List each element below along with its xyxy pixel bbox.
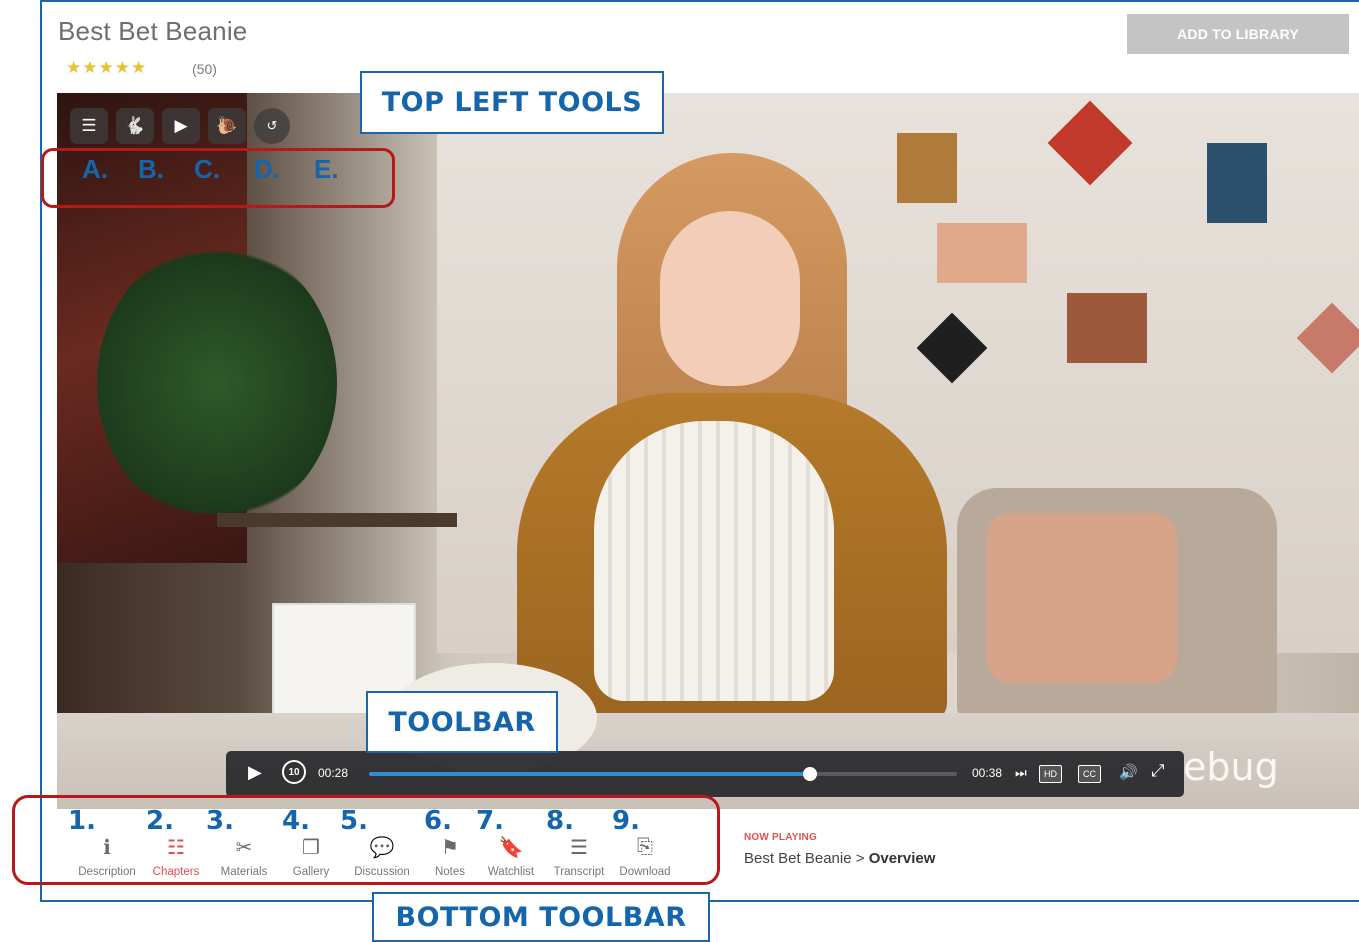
fullscreen-icon[interactable]: ⤢: [1151, 761, 1165, 781]
snail-icon-glyph: 🐌: [216, 116, 238, 135]
tool-label: Chapters: [152, 866, 200, 878]
tool-label: Transcript: [553, 866, 605, 878]
list-icon[interactable]: ☰: [70, 108, 108, 144]
discussion-tab[interactable]: 5. 💬 Discussion: [340, 806, 424, 878]
tool-label: Discussion: [354, 866, 410, 878]
frame-line-left: [40, 0, 42, 902]
progress-handle[interactable]: [803, 767, 817, 781]
toolbar-label: TOOLBAR: [366, 691, 558, 753]
letter-c: C.: [194, 154, 220, 184]
replay-icon-glyph: ↺: [266, 118, 278, 133]
video-scene-hat: [594, 421, 834, 701]
bookmark-icon: 🔖: [498, 836, 524, 859]
tool-number: 1.: [68, 806, 96, 836]
download-tab[interactable]: 9. ⎘ Download: [612, 806, 678, 878]
now-playing-course[interactable]: Best Bet Beanie: [744, 850, 852, 867]
video-scene-shelf: [217, 513, 457, 527]
play-icon[interactable]: ▶: [162, 108, 200, 144]
video-scene-pillow: [987, 513, 1177, 683]
letter-e: E.: [314, 154, 339, 184]
now-playing-chapter: Overview: [868, 850, 936, 867]
tool-number: 5.: [340, 806, 368, 836]
tool-label: Gallery: [292, 866, 330, 878]
gallery-tab[interactable]: 4. ❐ Gallery: [282, 806, 340, 878]
chapters-icon: ☷: [167, 836, 185, 859]
yarn-icon: ✂: [235, 836, 253, 859]
top-left-tools: ☰ 🐇 ▶ 🐌 ↺: [70, 108, 290, 144]
rabbit-icon-glyph: 🐇: [124, 116, 146, 135]
tool-number: 3.: [206, 806, 234, 836]
rating-count[interactable]: (50): [192, 61, 217, 77]
tool-number: 9.: [612, 806, 640, 836]
video-scene-photo: [1207, 143, 1267, 223]
breadcrumb-separator: >: [851, 850, 869, 867]
hd-toggle[interactable]: HD: [1039, 765, 1062, 783]
end-time: 00:38: [972, 766, 1003, 780]
tool-label: Watchlist: [487, 866, 535, 878]
frame-line-top: [40, 0, 1359, 2]
discussion-icon: 💬: [369, 836, 395, 859]
video-scene-face: [660, 211, 800, 386]
transcript-icon: ☰: [570, 836, 588, 859]
download-icon: ⎘: [637, 835, 653, 858]
flag-icon: ⚑: [441, 836, 459, 859]
cc-toggle[interactable]: CC: [1078, 765, 1101, 783]
current-time: 00:28: [318, 766, 349, 780]
transcript-tab[interactable]: 8. ☰ Transcript: [546, 806, 612, 878]
rabbit-icon[interactable]: 🐇: [116, 108, 154, 144]
volume-icon[interactable]: 🔊: [1119, 763, 1138, 781]
snail-icon[interactable]: 🐌: [208, 108, 246, 144]
rating-stars[interactable]: ★★★★★: [66, 58, 147, 78]
tool-number: 6.: [424, 806, 452, 836]
letter-d: D.: [254, 154, 280, 184]
tool-label: Description: [78, 866, 136, 878]
rewind-10-icon[interactable]: 10: [282, 760, 306, 784]
list-icon-glyph: ☰: [81, 116, 97, 135]
player-toolbar: ▶ 10 00:28 00:38 ⏭ HD CC 🔊 ⤢: [226, 751, 1184, 797]
top-tools-letters: A. B. C. D. E.: [82, 154, 339, 185]
tool-label: Download: [619, 866, 671, 878]
tool-number: 8.: [546, 806, 574, 836]
replay-icon[interactable]: ↺: [254, 108, 290, 144]
info-icon: ℹ: [103, 836, 111, 859]
rewind-label: 10: [288, 766, 300, 778]
notes-tab[interactable]: 6. ⚑ Notes: [424, 806, 476, 878]
tool-number: 7.: [476, 806, 504, 836]
tool-label: Materials: [220, 866, 268, 878]
description-tab[interactable]: 1. ℹ Description: [68, 806, 146, 878]
watchlist-tab[interactable]: 7. 🔖 Watchlist: [476, 806, 546, 878]
bottom-toolbar-label: BOTTOM TOOLBAR: [372, 892, 710, 942]
materials-tab[interactable]: 3. ✂ Materials: [206, 806, 282, 878]
video-scene-photo: [1067, 293, 1147, 363]
next-chapter-icon[interactable]: ⏭: [1015, 765, 1027, 781]
letter-a: A.: [82, 154, 108, 184]
bottom-toolbar: 1. ℹ Description 2. ☷ Chapters 3. ✂ Mate…: [68, 806, 678, 880]
video-watermark: ebug: [1183, 745, 1279, 789]
video-scene-photo: [897, 133, 957, 203]
progress-track[interactable]: [369, 767, 957, 781]
tool-label: Notes: [434, 866, 466, 878]
course-title: Best Bet Beanie: [58, 16, 248, 46]
video-scene-photo: [937, 223, 1027, 283]
now-playing-label: NOW PLAYING: [744, 832, 817, 843]
gallery-icon: ❐: [302, 836, 320, 859]
chapters-tab[interactable]: 2. ☷ Chapters: [146, 806, 206, 878]
tool-number: 2.: [146, 806, 174, 836]
tool-number: 4.: [282, 806, 310, 836]
play-button[interactable]: ▶: [248, 762, 262, 783]
top-left-tools-label: TOP LEFT TOOLS: [360, 71, 664, 134]
video-scene-plant: [97, 243, 337, 523]
letter-b: B.: [138, 154, 164, 184]
progress-fill: [369, 772, 810, 776]
add-to-library-button[interactable]: ADD TO LIBRARY: [1127, 14, 1349, 54]
now-playing-title: Best Bet Beanie > Overview: [744, 850, 935, 867]
play-icon-glyph: ▶: [174, 116, 188, 135]
